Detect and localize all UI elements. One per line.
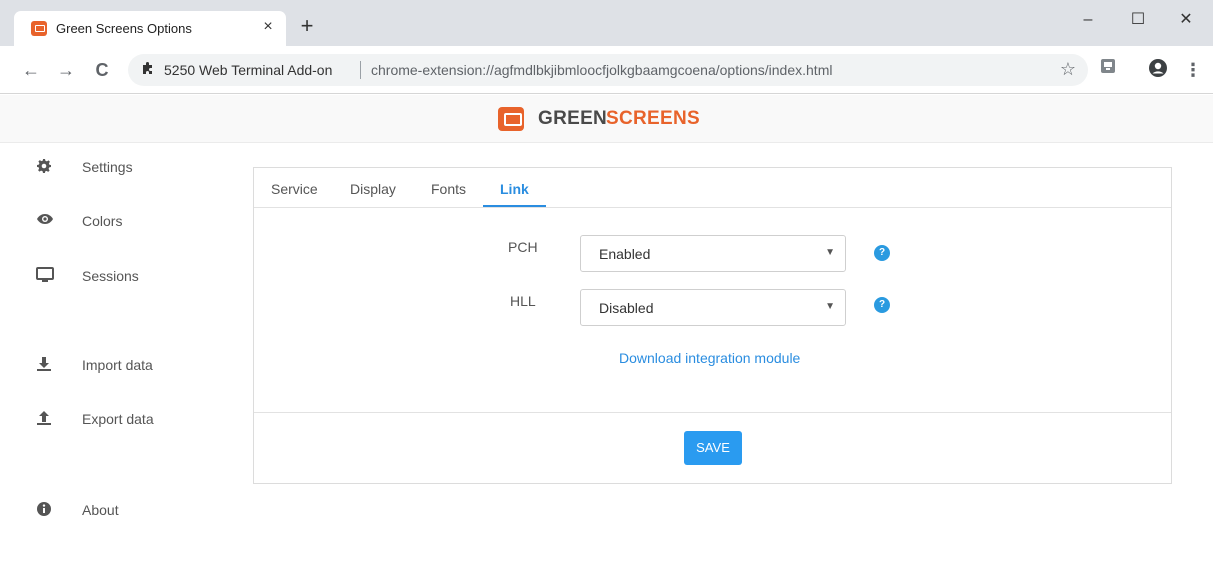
logo-text-green: GREEN bbox=[538, 108, 608, 129]
tab-service[interactable]: Service bbox=[271, 181, 318, 197]
sidebar-item-label: Settings bbox=[82, 159, 133, 175]
logo-text-screens: SCREENS bbox=[606, 108, 700, 129]
sidebar-item-sessions[interactable]: Sessions bbox=[36, 261, 236, 291]
bookmark-star-icon[interactable]: ☆ bbox=[1060, 59, 1076, 80]
options-tabs: Service Display Fonts Link bbox=[254, 168, 1171, 208]
eye-icon bbox=[36, 212, 58, 230]
page-header: GREEN SCREENS bbox=[0, 95, 1213, 143]
back-button[interactable]: ← bbox=[19, 58, 43, 82]
download-icon bbox=[36, 356, 58, 374]
extension-monitor-icon[interactable] bbox=[1096, 58, 1120, 82]
sidebar-item-settings[interactable]: Settings bbox=[36, 152, 236, 182]
gear-icon bbox=[36, 158, 58, 176]
reload-button[interactable]: C bbox=[90, 58, 114, 82]
sidebar-item-label: Import data bbox=[82, 357, 153, 373]
download-integration-link[interactable]: Download integration module bbox=[619, 350, 800, 366]
hll-select-value: Disabled bbox=[599, 300, 654, 316]
sidebar-item-export-data[interactable]: Export data bbox=[36, 404, 236, 434]
pch-help-icon[interactable]: ? bbox=[874, 245, 890, 261]
green-screens-favicon-icon bbox=[31, 21, 47, 36]
tab-title: Green Screens Options bbox=[56, 21, 192, 36]
active-tab-indicator bbox=[483, 205, 546, 207]
tab-link[interactable]: Link bbox=[500, 181, 529, 197]
forward-button[interactable]: → bbox=[54, 58, 78, 82]
close-window-button[interactable]: ✕ bbox=[1166, 6, 1206, 34]
sidebar-item-about[interactable]: About bbox=[36, 495, 236, 525]
monitor-icon bbox=[36, 267, 58, 285]
chevron-down-icon: ▼ bbox=[825, 301, 835, 312]
pch-label: PCH bbox=[508, 239, 538, 255]
sidebar-item-import-data[interactable]: Import data bbox=[36, 350, 236, 380]
tab-display[interactable]: Display bbox=[350, 181, 396, 197]
options-card: Service Display Fonts Link PCH Enabled ▼… bbox=[253, 167, 1172, 484]
browser-toolbar: ← → C 5250 Web Terminal Add-on chrome-ex… bbox=[0, 46, 1213, 94]
url-text[interactable]: chrome-extension://agfmdlbkjibmloocfjolk… bbox=[371, 62, 832, 78]
tab-fonts[interactable]: Fonts bbox=[431, 181, 466, 197]
info-icon bbox=[36, 501, 58, 519]
minimize-button[interactable]: – bbox=[1068, 6, 1108, 34]
sidebar: Settings Colors Sessions Import data Exp… bbox=[0, 143, 250, 578]
chevron-down-icon: ▼ bbox=[825, 247, 835, 258]
browser-menu-icon[interactable]: ⋮ bbox=[1181, 58, 1205, 82]
browser-tab[interactable]: Green Screens Options × bbox=[14, 11, 286, 46]
profile-avatar-icon[interactable] bbox=[1146, 58, 1170, 82]
tab-close-icon[interactable]: × bbox=[258, 17, 278, 37]
hll-help-icon[interactable]: ? bbox=[874, 297, 890, 313]
browser-tabstrip: Green Screens Options × + – ☐ ✕ bbox=[0, 0, 1213, 46]
address-bar[interactable]: 5250 Web Terminal Add-on chrome-extensio… bbox=[128, 54, 1088, 86]
upload-icon bbox=[36, 410, 58, 428]
pch-select-value: Enabled bbox=[599, 246, 651, 262]
sidebar-item-colors[interactable]: Colors bbox=[36, 206, 236, 236]
extension-puzzle-icon bbox=[140, 61, 156, 77]
sidebar-item-label: Colors bbox=[82, 213, 123, 229]
sidebar-item-label: Export data bbox=[82, 411, 154, 427]
sidebar-item-label: Sessions bbox=[82, 268, 139, 284]
hll-label: HLL bbox=[510, 293, 536, 309]
sidebar-item-label: About bbox=[82, 502, 119, 518]
maximize-button[interactable]: ☐ bbox=[1118, 6, 1158, 34]
omnibox-divider bbox=[360, 61, 361, 79]
new-tab-button[interactable]: + bbox=[294, 14, 320, 40]
pch-select[interactable]: Enabled ▼ bbox=[580, 235, 846, 272]
hll-select[interactable]: Disabled ▼ bbox=[580, 289, 846, 326]
logo-monitor-icon bbox=[498, 107, 524, 131]
card-footer-divider bbox=[254, 412, 1171, 413]
save-button[interactable]: SAVE bbox=[684, 431, 742, 465]
site-name: 5250 Web Terminal Add-on bbox=[164, 62, 333, 78]
